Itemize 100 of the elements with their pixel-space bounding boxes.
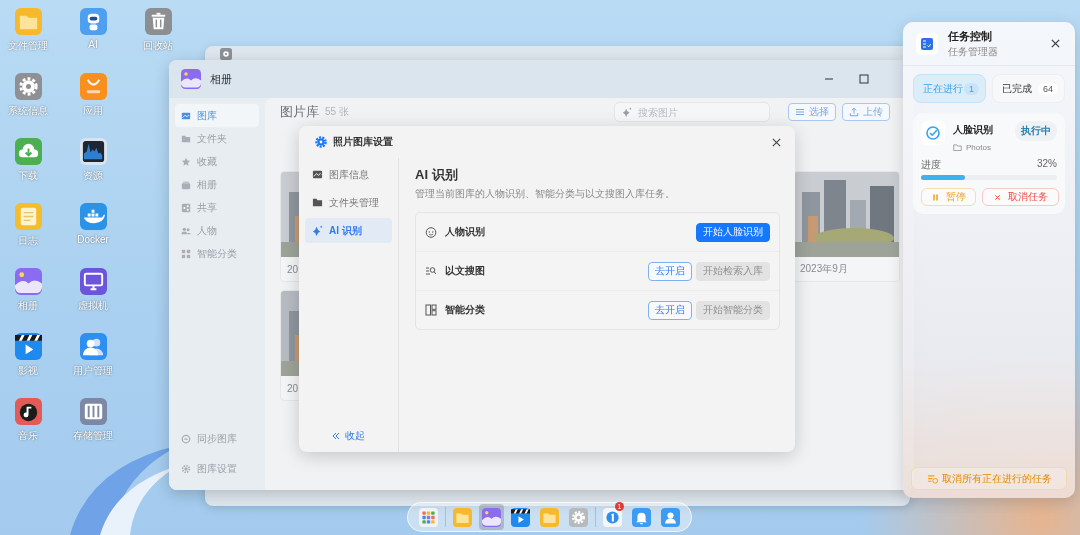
star-icon: [181, 156, 191, 167]
tab[interactable]: 正在进行 1: [913, 74, 986, 103]
task-button[interactable]: 暂停: [921, 188, 976, 206]
pause-icon: [931, 192, 940, 202]
users-icon[interactable]: [79, 333, 107, 360]
folder-icon: [181, 133, 191, 144]
stop-tasks-icon: [926, 473, 938, 484]
dialog-title: 照片图库设置: [333, 135, 393, 149]
collapse-link[interactable]: 收起: [332, 429, 365, 443]
clapperboard-icon[interactable]: [14, 333, 42, 360]
task-list-icon: [916, 32, 938, 55]
toolbar-button[interactable]: 选择: [788, 103, 836, 121]
music-icon[interactable]: [14, 398, 42, 425]
gallery-icon: [312, 169, 323, 180]
action-button[interactable]: 开始人脸识别: [696, 222, 770, 242]
task-name: 人脸识别: [953, 123, 993, 137]
date-label: 2023年9月: [799, 262, 849, 276]
whale-icon[interactable]: [79, 203, 107, 230]
text-search-icon: [425, 265, 437, 277]
app-label: 相册: [18, 299, 38, 313]
gallery-icon: [181, 110, 191, 121]
folder-icon: [312, 197, 323, 208]
nav-item[interactable]: 文件夹管理: [305, 190, 392, 215]
maximize-icon[interactable]: [859, 74, 869, 84]
app-label: 下载: [18, 169, 38, 183]
folder-icon: [953, 143, 962, 152]
list-icon: [795, 107, 805, 117]
action-button[interactable]: 去开启: [648, 300, 692, 320]
landscape-icon[interactable]: [14, 268, 42, 295]
sidebar-item[interactable]: 共享: [175, 196, 259, 219]
sidebar-item[interactable]: 同步图库: [175, 427, 259, 450]
section-description: 管理当前图库的人物识别、智能分类与以文搜图入库任务。: [415, 187, 676, 201]
chart-icon[interactable]: [79, 138, 107, 165]
sidebar-item[interactable]: 文件夹: [175, 127, 259, 150]
nav-item[interactable]: AI 识别: [305, 218, 392, 243]
people-icon: [181, 225, 191, 236]
cancel-all-button[interactable]: 取消所有正在进行的任务: [911, 467, 1067, 490]
share-icon: [181, 202, 191, 213]
sidebar-item[interactable]: 图库: [175, 104, 259, 127]
date-label: 20: [286, 381, 300, 396]
status-badge: 执行中: [1015, 121, 1057, 141]
date-label: 20: [286, 262, 300, 277]
robot-icon[interactable]: [79, 8, 107, 35]
progress-label: 进度: [921, 158, 941, 172]
nav-item[interactable]: 图库信息: [305, 162, 392, 187]
cloud-download-icon[interactable]: [14, 138, 42, 165]
sidebar-item[interactable]: 智能分类: [175, 242, 259, 265]
trash-icon[interactable]: [144, 8, 172, 35]
monitor-icon[interactable]: [79, 268, 107, 295]
section-heading: AI 识别: [415, 166, 459, 184]
tab-label: 已完成: [1002, 81, 1032, 96]
panel-title: 任务控制: [948, 28, 993, 44]
window-title: 相册: [210, 71, 232, 87]
progress-value: 32%: [1037, 158, 1057, 171]
feature-label: 智能分类: [445, 303, 485, 317]
panel-subtitle: 任务管理器: [948, 44, 998, 59]
count-badge: 1: [964, 82, 979, 95]
app-label: 用户管理: [73, 364, 113, 378]
close-icon[interactable]: [1050, 38, 1061, 49]
smiley-icon: [425, 226, 437, 238]
grid-icon: [181, 248, 191, 259]
feature-label: 人物识别: [445, 225, 485, 239]
app-label: 存储管理: [73, 429, 113, 443]
shopping-bag-icon[interactable]: [79, 73, 107, 100]
bell-icon: [632, 507, 651, 527]
action-button[interactable]: 去开启: [648, 261, 692, 281]
upload-icon: [849, 107, 859, 117]
app-label: Docker: [77, 234, 109, 245]
app-label: 应用: [83, 104, 103, 118]
sidebar-item[interactable]: 收藏: [175, 150, 259, 173]
tab[interactable]: 已完成 64: [992, 74, 1065, 103]
app-label: 音乐: [18, 429, 38, 443]
close-icon[interactable]: [771, 136, 782, 148]
album-icon: [181, 179, 191, 190]
app-grid-icon: [419, 507, 438, 527]
storage-icon[interactable]: [79, 398, 107, 425]
layout-icon: [425, 304, 437, 316]
app-label: 回收站: [143, 39, 173, 53]
sidebar-item[interactable]: 相册: [175, 173, 259, 196]
sidebar-item[interactable]: 人物: [175, 219, 259, 242]
folder-icon: [453, 507, 472, 527]
folder-icon: [540, 507, 559, 527]
tab-label: 正在进行: [923, 81, 963, 96]
sidebar-item[interactable]: 图库设置: [175, 457, 259, 480]
landscape-icon: [181, 69, 201, 89]
task-button[interactable]: 取消任务: [982, 188, 1059, 206]
circle-logo-icon: [603, 507, 622, 527]
photo-count: 55 张: [325, 105, 349, 119]
page-heading: 图片库: [280, 103, 319, 121]
user-icon: [661, 507, 680, 527]
double-chevron-icon: [332, 432, 340, 440]
toolbar-button[interactable]: 上传: [842, 103, 890, 121]
count-badge: 64: [1038, 82, 1058, 95]
landscape-icon: [482, 507, 501, 527]
app-label: 影视: [18, 364, 38, 378]
folder-name: Photos: [966, 143, 991, 152]
photo-card[interactable]: 2023年9月: [793, 171, 900, 282]
close-icon: [993, 192, 1002, 202]
clapperboard-icon: [511, 507, 530, 527]
app-label: 系统信息: [8, 104, 48, 118]
